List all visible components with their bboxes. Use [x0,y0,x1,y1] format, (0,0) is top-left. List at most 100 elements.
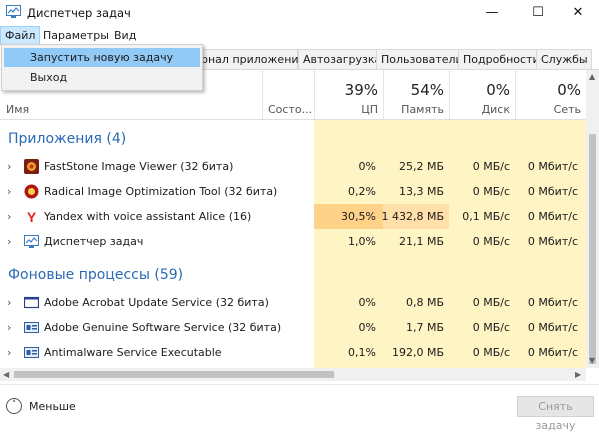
memory-value: 1 432,8 МБ [381,210,444,223]
memory-value: 1,7 МБ [405,321,444,334]
minimize-button[interactable]: — [469,0,515,25]
column-network[interactable]: 0% Сеть [515,70,587,119]
service-icon [24,322,39,333]
chevron-right-icon[interactable]: › [7,296,11,309]
network-value: 0 Мбит/с [527,210,578,223]
scroll-down-icon[interactable]: ▼ [589,356,595,365]
tab-details[interactable]: Подробности [458,49,540,69]
network-value: 0 Мбит/с [527,346,578,359]
cpu-value: 0% [358,321,376,334]
disk-value: 0 МБ/с [472,235,510,248]
chevron-right-icon[interactable]: › [7,160,11,173]
menu-params[interactable]: Параметры [39,27,113,44]
footer: ˄ Меньше Снять задачу [0,384,599,432]
yandex-icon: Y [27,209,37,224]
column-cpu[interactable]: 39% ЦП [314,70,384,119]
vertical-scroll-thumb[interactable] [589,134,596,364]
cpu-label: ЦП [361,103,378,116]
process-name: Adobe Genuine Software Service (32 бита) [44,321,282,334]
task-manager-icon [24,235,39,248]
column-memory[interactable]: 54% Память [383,70,450,119]
svg-text:Y: Y [27,209,37,224]
cpu-value: 1,0% [348,235,376,248]
title-bar: Диспетчер задач — ☐ ✕ [0,0,599,25]
network-percent: 0% [557,81,581,99]
disk-value: 0 МБ/с [472,185,510,198]
cpu-value: 0% [358,296,376,309]
group-background[interactable]: Фоновые процессы (59) [8,267,183,283]
cpu-value: 30,5% [341,210,376,223]
network-value: 0 Мбит/с [527,185,578,198]
network-value: 0 Мбит/с [527,235,578,248]
chevron-right-icon[interactable]: › [7,210,11,223]
less-details-link[interactable]: Меньше [29,400,76,413]
process-name: FastStone Image Viewer (32 бита) [44,160,234,173]
scroll-right-icon[interactable]: ▶ [575,370,581,379]
tab-app-history[interactable]: рнал приложений [196,49,306,69]
cpu-value: 0,1% [348,346,376,359]
network-value: 0 Мбит/с [527,321,578,334]
tab-users[interactable]: Пользователи [376,49,463,69]
menu-view[interactable]: Вид [110,27,140,44]
table-row[interactable]: › Antimalware Service Executable 0,1% 19… [0,340,586,365]
menu-item-run-new-task[interactable]: Запустить новую задачу [4,48,200,67]
menu-item-exit[interactable]: Выход [4,68,200,87]
column-status-cell[interactable]: Состо... [262,70,315,119]
chevron-right-icon[interactable]: › [7,235,11,248]
table-row[interactable]: › FastStone Image Viewer (32 бита) 0% 25… [0,154,586,179]
memory-value: 25,2 МБ [398,160,444,173]
close-button[interactable]: ✕ [555,0,599,25]
horizontal-scrollbar[interactable]: ◀ ▶ [0,368,586,381]
riot-icon [24,184,39,199]
process-name: Adobe Acrobat Update Service (32 бита) [44,296,269,309]
menu-file[interactable]: Файл [0,26,41,45]
vertical-scrollbar[interactable]: ▲ ▼ [586,70,599,368]
column-name[interactable]: Имя [6,103,29,116]
process-name: Radical Image Optimization Tool (32 бита… [44,185,278,198]
scroll-left-icon[interactable]: ◀ [3,370,9,379]
disk-value: 0 МБ/с [472,321,510,334]
chevron-right-icon[interactable]: › [7,321,11,334]
tab-services[interactable]: Службы [536,49,592,69]
network-value: 0 Мбит/с [527,296,578,309]
column-disk[interactable]: 0% Диск [449,70,516,119]
file-menu-dropdown: Запустить новую задачу Выход [1,44,203,91]
scroll-up-icon[interactable]: ▲ [589,72,595,81]
cpu-value: 0,2% [348,185,376,198]
process-list: Приложения (4) › FastStone Image Viewer … [0,120,586,368]
table-row[interactable]: › Radical Image Optimization Tool (32 би… [0,179,586,204]
disk-value: 0 МБ/с [472,296,510,309]
process-name: Yandex with voice assistant Alice (16) [44,210,252,223]
process-name: Antimalware Service Executable [44,346,222,359]
group-apps[interactable]: Приложения (4) [8,131,126,147]
disk-label: Диск [481,103,510,116]
faststone-icon [24,159,39,174]
chevron-right-icon[interactable]: › [7,346,11,359]
menu-bar: Файл Параметры Вид [0,25,599,45]
memory-value: 21,1 МБ [398,235,444,248]
cpu-value: 0% [358,160,376,173]
service-window-icon [24,296,39,309]
process-name: Диспетчер задач [44,235,144,248]
network-label: Сеть [553,103,581,116]
window-title: Диспетчер задач [27,6,131,20]
table-row[interactable]: › Adobe Acrobat Update Service (32 бита)… [0,290,586,315]
service-icon [24,347,39,358]
cpu-percent: 39% [344,81,378,99]
tab-startup[interactable]: Автозагрузка [298,49,388,69]
table-row[interactable]: › Диспетчер задач 1,0% 21,1 МБ 0 МБ/с 0 … [0,229,586,254]
disk-value: 0 МБ/с [472,160,510,173]
table-row[interactable]: › Y Yandex with voice assistant Alice (1… [0,204,586,229]
table-row[interactable]: › Adobe Genuine Software Service (32 бит… [0,315,586,340]
memory-label: Память [401,103,444,116]
end-task-button[interactable]: Снять задачу [517,396,594,432]
horizontal-scroll-thumb[interactable] [14,371,334,378]
memory-value: 13,3 МБ [398,185,444,198]
chevron-up-icon[interactable]: ˄ [6,398,22,414]
disk-percent: 0% [486,81,510,99]
column-status: Состо... [268,103,313,116]
chevron-right-icon[interactable]: › [7,185,11,198]
memory-value: 0,8 МБ [405,296,444,309]
task-manager-icon [6,5,21,18]
memory-percent: 54% [410,81,444,99]
